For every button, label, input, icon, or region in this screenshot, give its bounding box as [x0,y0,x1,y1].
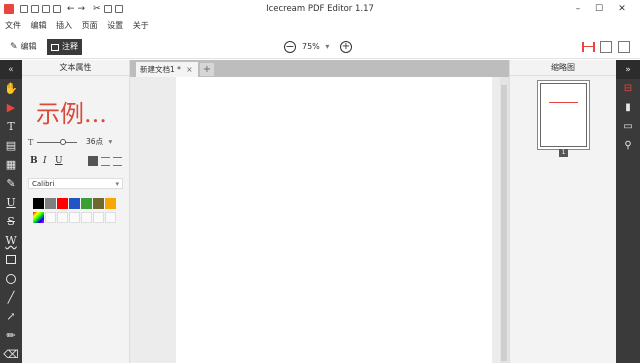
custom-color-slot[interactable] [81,212,92,223]
color-palette-row2 [33,212,117,223]
color-swatch-blue[interactable] [69,198,80,209]
tab-bar: 新建文档1 * × + [130,60,509,77]
note-tool-icon[interactable]: ▦ [0,155,22,174]
edit-mode-button[interactable]: ✎ 编辑 [6,39,41,55]
font-size-select[interactable]: 36点 ▾ [86,136,124,148]
slider-handle[interactable] [60,139,66,145]
eraser-icon[interactable]: ⌫ [0,345,22,364]
color-palette-row1 [33,198,117,209]
thumbnail-content [549,102,578,103]
thumbnails-panel: 缩略图 1 [509,60,616,363]
document-area: 新建文档1 * × + [130,60,509,363]
custom-color-picker-icon[interactable] [33,212,44,223]
chevron-down-icon: ▾ [115,180,119,188]
menu-page[interactable]: 页面 [82,20,98,31]
comment-icon [51,43,59,51]
rectangle-icon[interactable] [0,250,22,269]
main-toolbar: ✎ 编辑 注释 − 75% ▾ + [0,35,640,59]
text-properties-panel: 文本属性 示例... T 36点 ▾ B I U Calibri ▾ [22,60,130,363]
tab-document-1[interactable]: 新建文档1 * × [136,62,198,77]
annotate-mode-button[interactable]: 注释 [47,39,82,55]
search-icon[interactable]: ⚲ [616,136,640,155]
collapse-panel-button[interactable]: « [0,60,22,79]
minimize-button[interactable]: – [570,2,586,16]
zoom-select[interactable]: 75% ▾ [302,41,329,53]
annotate-mode-label: 注释 [62,42,78,51]
tab-label: 新建文档1 * [140,65,181,74]
scrollbar-thumb[interactable] [501,85,507,361]
menu-bar: 文件 编辑 插入 页面 设置 关于 [0,18,640,32]
menu-insert[interactable]: 插入 [56,20,72,31]
title-bar: ← → ✂ Icecream PDF Editor 1.17 – ☐ ✕ [0,0,640,18]
single-page-view-icon[interactable] [582,42,595,52]
left-tool-strip: « ✋ ▶ T ▤ ▦ ✎ U S W ╱ ↗ ✏ ⌫ [0,60,22,363]
text-tool-icon[interactable]: T [0,117,22,136]
zoom-in-button[interactable]: + [340,41,352,53]
arrow-icon[interactable]: ↗ [0,307,22,326]
underline-button[interactable]: U [55,156,63,166]
thumbnails-icon[interactable]: ⊟ [616,79,640,98]
line-icon[interactable]: ╱ [0,288,22,307]
custom-color-slot[interactable] [69,212,80,223]
pen-icon[interactable]: ✎ [0,174,22,193]
align-center-icon[interactable] [101,157,110,166]
menu-file[interactable]: 文件 [5,20,21,31]
custom-color-slot[interactable] [57,212,68,223]
close-tab-icon[interactable]: × [186,65,192,74]
color-swatch-orange[interactable] [105,198,116,209]
pencil-icon: ✎ [10,42,18,52]
font-size-value: 36点 [86,137,104,146]
menu-about[interactable]: 关于 [133,20,149,31]
font-size-icon: T [28,138,34,147]
page-thumbnail[interactable] [540,83,587,147]
color-swatch-green[interactable] [81,198,92,209]
chevron-down-icon: ▾ [325,42,330,51]
edit-mode-label: 编辑 [20,42,37,51]
font-family-value: Calibri [32,180,55,188]
ellipse-icon[interactable] [0,269,22,288]
bookmark-icon[interactable]: ▮ [616,98,640,117]
vertical-scrollbar[interactable] [500,77,509,363]
custom-color-slot[interactable] [105,212,116,223]
font-family-select[interactable]: Calibri ▾ [28,178,123,189]
zoom-value: 75% [302,42,320,51]
color-swatch-gray[interactable] [45,198,56,209]
font-size-slider[interactable] [37,142,77,143]
italic-button[interactable]: I [43,156,47,166]
bold-button[interactable]: B [30,156,38,166]
color-swatch-red[interactable] [57,198,68,209]
expand-panel-button[interactable]: » [616,60,640,79]
window-title: Icecream PDF Editor 1.17 [266,4,374,14]
sample-text-preview: 示例... [36,100,107,128]
fullscreen-icon[interactable] [618,41,630,53]
close-button[interactable]: ✕ [614,2,630,16]
color-swatch-olive[interactable] [93,198,104,209]
custom-color-slot[interactable] [93,212,104,223]
menu-settings[interactable]: 设置 [107,20,123,31]
wavy-underline-icon[interactable]: W [0,231,22,250]
pointer-icon[interactable]: ▶ [0,98,22,117]
strikethrough-icon[interactable]: S [0,212,22,231]
underline-icon[interactable]: U [0,193,22,212]
hand-icon[interactable]: ✋ [0,79,22,98]
panel-header: 文本属性 [22,60,129,76]
comments-icon[interactable]: ▭ [616,117,640,136]
custom-color-slot[interactable] [45,212,56,223]
right-tool-strip: » ⊟ ▮ ▭ ⚲ [616,60,640,363]
align-right-icon[interactable] [113,157,122,166]
color-swatch-black[interactable] [33,198,44,209]
marker-icon[interactable]: ✏ [0,326,22,345]
page-number-badge: 1 [559,149,568,157]
align-left-icon[interactable] [88,156,98,166]
panel-header: 缩略图 [510,60,616,76]
pdf-page[interactable] [176,77,492,363]
new-tab-button[interactable]: + [200,63,214,76]
maximize-button[interactable]: ☐ [591,2,607,16]
menu-edit[interactable]: 编辑 [31,20,47,31]
chevron-down-icon: ▾ [108,137,113,146]
zoom-out-button[interactable]: − [284,41,296,53]
comment-tool-icon[interactable]: ▤ [0,136,22,155]
two-page-view-icon[interactable] [600,41,612,53]
